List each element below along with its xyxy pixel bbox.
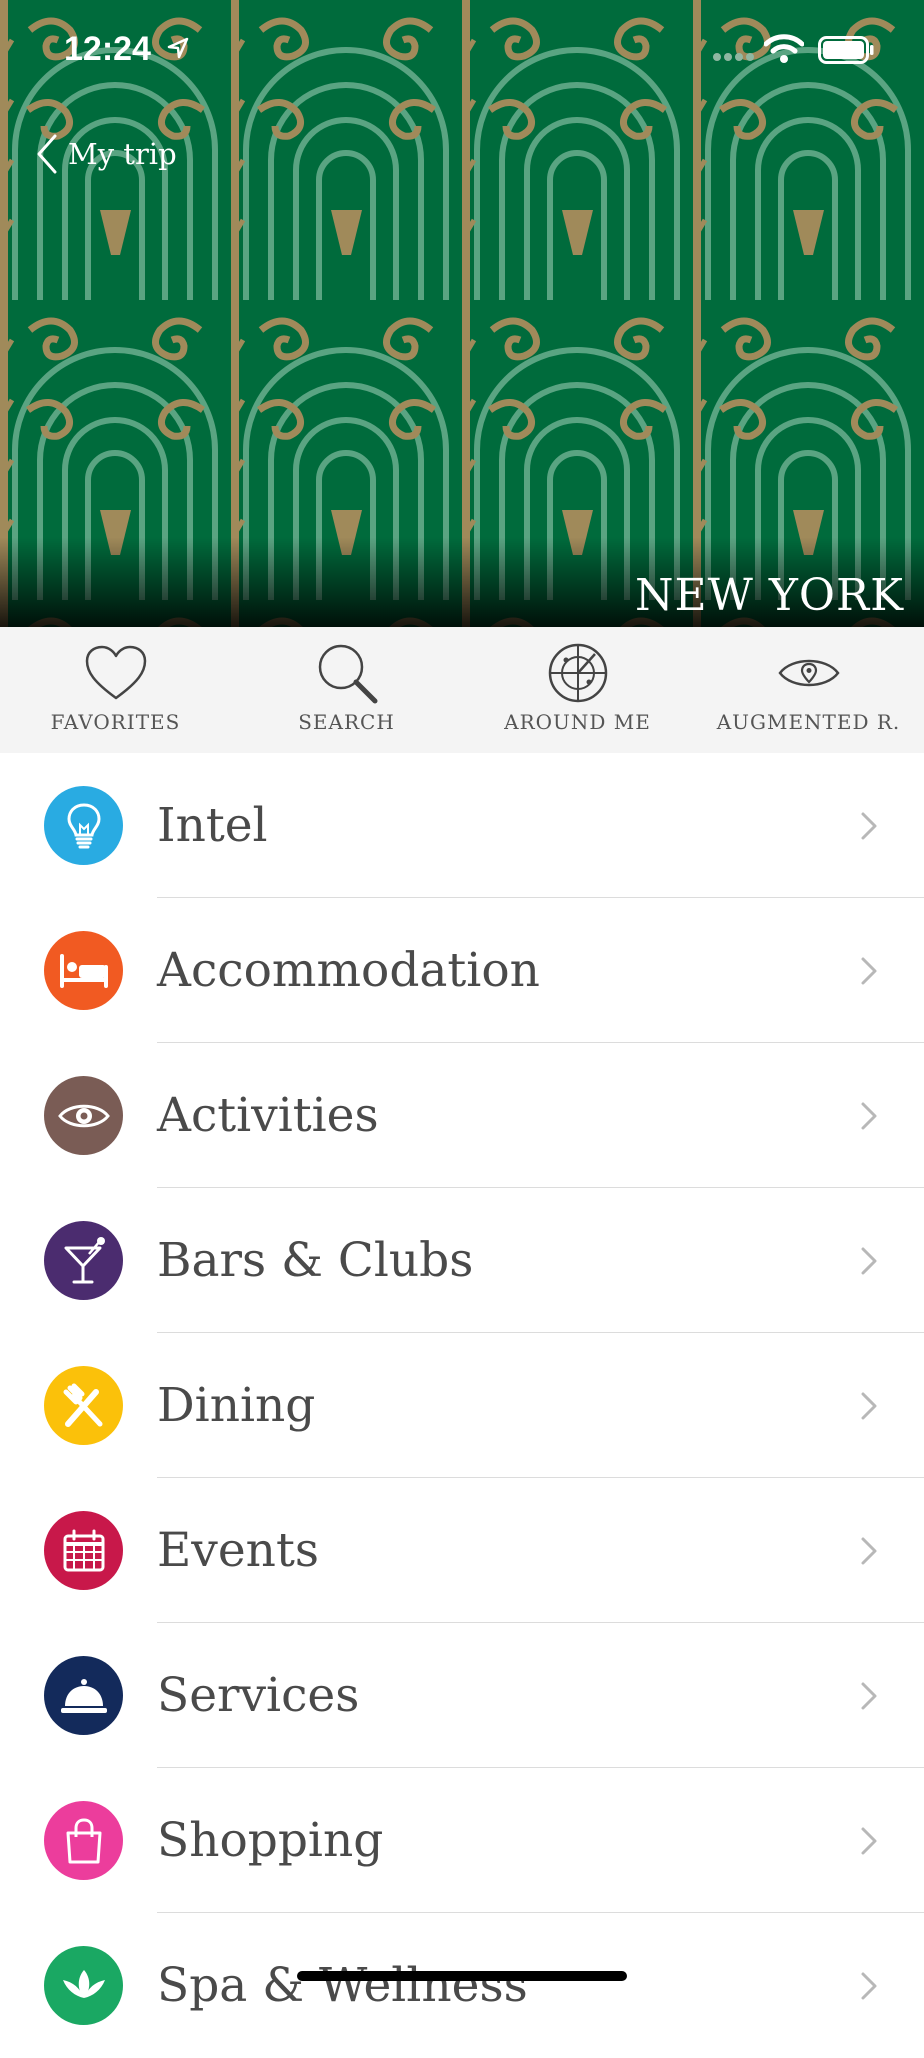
eye-pin-icon bbox=[777, 659, 840, 687]
lightbulb-icon bbox=[44, 786, 123, 865]
lotus-icon bbox=[44, 1946, 123, 2025]
wifi-icon bbox=[764, 34, 804, 63]
chevron-right-icon bbox=[861, 1247, 877, 1275]
favorites-label: FAVORITES bbox=[50, 710, 181, 734]
status-bar: 12:24 bbox=[0, 0, 924, 100]
shopping-bag-icon bbox=[44, 1801, 123, 1880]
category-label: Shopping bbox=[157, 1813, 384, 1868]
category-label: Services bbox=[157, 1668, 360, 1723]
cellular-signal-icon bbox=[713, 53, 754, 61]
search-label: SEARCH bbox=[298, 710, 395, 734]
chevron-right-icon bbox=[861, 1827, 877, 1855]
category-dining[interactable]: Dining bbox=[0, 1333, 924, 1478]
eye-icon bbox=[44, 1076, 123, 1155]
search-icon bbox=[318, 644, 377, 704]
category-shopping[interactable]: Shopping bbox=[0, 1768, 924, 1913]
category-bars-clubs[interactable]: Bars & Clubs bbox=[0, 1188, 924, 1333]
calendar-icon bbox=[44, 1511, 123, 1590]
category-events[interactable]: Events bbox=[0, 1478, 924, 1623]
chevron-right-icon bbox=[861, 1537, 877, 1565]
category-accommodation[interactable]: Accommodation bbox=[0, 898, 924, 1043]
category-label: Bars & Clubs bbox=[157, 1233, 474, 1288]
category-list: Intel Accommodation Activities Bars & Cl… bbox=[0, 753, 924, 2058]
chevron-right-icon bbox=[861, 1102, 877, 1130]
bed-icon bbox=[44, 931, 123, 1010]
category-label: Activities bbox=[157, 1088, 379, 1143]
radar-icon bbox=[548, 643, 607, 703]
service-bell-icon bbox=[44, 1656, 123, 1735]
augmented-reality-button[interactable]: AUGMENTED R. bbox=[693, 627, 924, 753]
category-label: Intel bbox=[157, 798, 268, 853]
chevron-right-icon bbox=[861, 1972, 877, 2000]
category-intel[interactable]: Intel bbox=[0, 753, 924, 898]
category-spa-wellness[interactable]: Spa & Wellness bbox=[0, 1913, 924, 2058]
cocktail-icon bbox=[44, 1221, 123, 1300]
chevron-right-icon bbox=[861, 1392, 877, 1420]
chevron-left-icon bbox=[37, 134, 57, 174]
hero-banner: 12:24 My trip NEW YORK bbox=[0, 0, 924, 627]
chevron-right-icon bbox=[861, 1682, 877, 1710]
back-button[interactable]: My trip bbox=[36, 130, 177, 178]
fork-knife-icon bbox=[44, 1366, 123, 1445]
category-label: Spa & Wellness bbox=[157, 1958, 528, 2013]
favorites-button[interactable]: FAVORITES bbox=[0, 627, 231, 753]
category-label: Accommodation bbox=[157, 943, 540, 998]
chevron-right-icon bbox=[861, 812, 877, 840]
around-me-button[interactable]: AROUND ME bbox=[462, 627, 693, 753]
quick-actions-toolbar: FAVORITES SEARCH AROUND ME AUGMENTED R. bbox=[0, 627, 924, 753]
home-indicator[interactable] bbox=[297, 1971, 627, 1981]
heart-icon bbox=[85, 645, 146, 700]
category-label: Events bbox=[157, 1523, 319, 1578]
city-title: NEW YORK bbox=[635, 570, 904, 621]
around-me-label: AROUND ME bbox=[504, 710, 651, 734]
back-button-label: My trip bbox=[68, 137, 177, 171]
status-time: 12:24 bbox=[64, 30, 151, 68]
location-arrow-icon bbox=[167, 37, 189, 59]
category-services[interactable]: Services bbox=[0, 1623, 924, 1768]
category-label: Dining bbox=[157, 1378, 316, 1433]
category-activities[interactable]: Activities bbox=[0, 1043, 924, 1188]
augmented-reality-label: AUGMENTED R. bbox=[716, 710, 901, 734]
battery-icon bbox=[818, 36, 874, 64]
search-button[interactable]: SEARCH bbox=[231, 627, 462, 753]
chevron-right-icon bbox=[861, 957, 877, 985]
